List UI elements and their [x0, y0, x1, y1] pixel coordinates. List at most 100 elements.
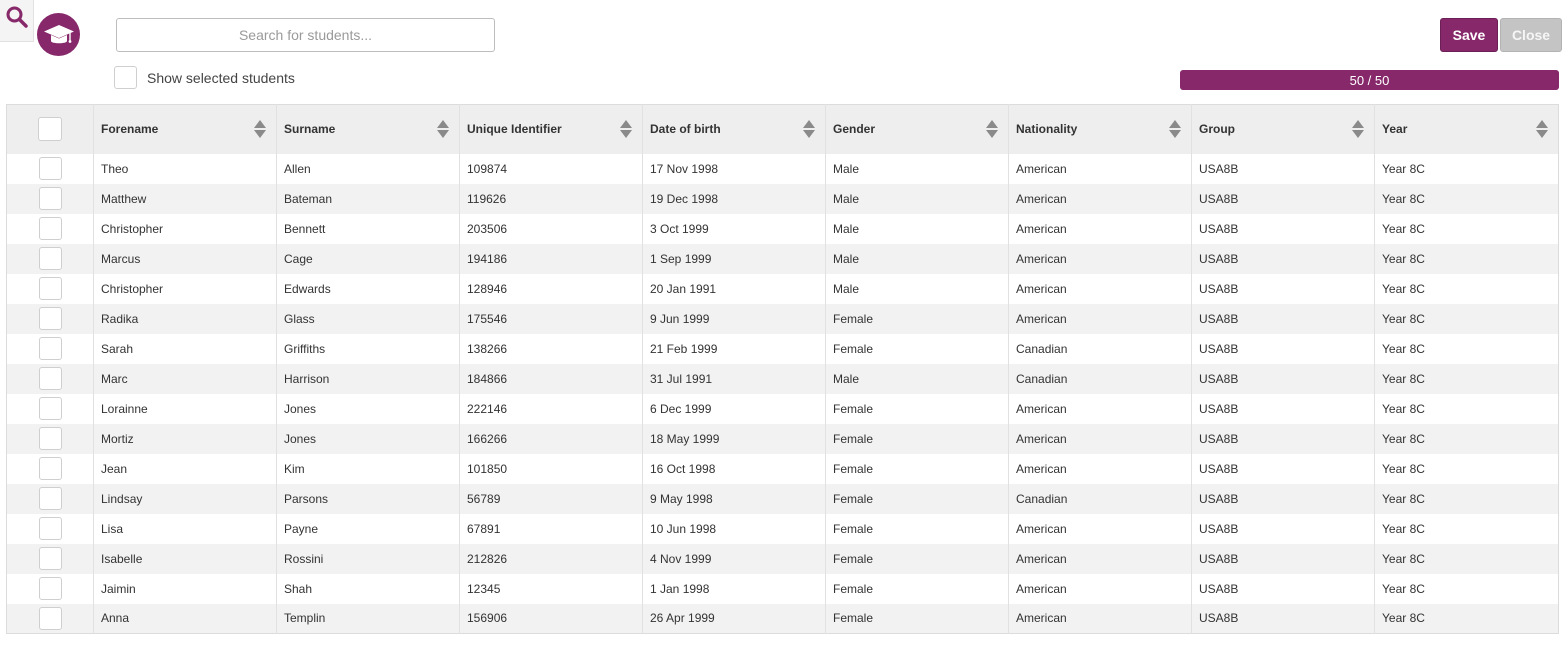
table-row[interactable]: Lisa Payne 67891 10 Jun 1998 Female American U…: [6, 513, 1559, 544]
column-header-label: Surname: [284, 122, 336, 137]
column-header[interactable]: Forename: [93, 104, 277, 154]
row-select-cell: [6, 573, 94, 604]
table-row[interactable]: Marc Harrison 184866 31 Jul 1991 Male Canadia…: [6, 363, 1559, 394]
column-header[interactable]: Gender: [825, 104, 1009, 154]
table-cell: USA8B: [1191, 273, 1375, 304]
table-cell: Year 8C: [1382, 161, 1425, 176]
sort-icon[interactable]: [1169, 120, 1181, 139]
row-checkbox[interactable]: [38, 187, 62, 210]
table-cell: Matthew: [93, 183, 277, 214]
table-cell: Lorainne: [93, 393, 277, 424]
table-row[interactable]: Matthew Bateman 119626 19 Dec 1998 Male Ameri…: [6, 183, 1559, 214]
show-selected-toggle[interactable]: Show selected students: [114, 66, 295, 89]
table-cell: American: [1008, 423, 1192, 454]
save-button[interactable]: Save: [1440, 18, 1498, 52]
column-header[interactable]: Nationality: [1008, 104, 1192, 154]
table-cell: 21 Feb 1999: [642, 333, 826, 364]
sort-icon[interactable]: [254, 120, 266, 139]
select-all-checkbox[interactable]: [38, 117, 62, 142]
table-cell: Female: [825, 573, 1009, 604]
table-cell: Jaimin: [93, 573, 277, 604]
table-cell: USA8B: [1191, 243, 1375, 274]
table-cell: USA8B: [1191, 573, 1375, 604]
table-cell: 1 Sep 1999: [642, 243, 826, 274]
close-button[interactable]: Close: [1500, 18, 1562, 52]
table-cell: Radika: [93, 303, 277, 334]
column-header[interactable]: Group: [1191, 104, 1375, 154]
sort-icon[interactable]: [803, 120, 815, 139]
row-checkbox[interactable]: [38, 517, 62, 540]
table-cell: Sarah: [93, 333, 277, 364]
table-row[interactable]: Theo Allen 109874 17 Nov 1998 Male American US…: [6, 153, 1559, 184]
table-row[interactable]: Christopher Bennett 203506 3 Oct 1999 Male Am…: [6, 213, 1559, 244]
table-cell: 1 Jan 1998: [642, 573, 826, 604]
table-cell: Male: [825, 153, 1009, 184]
table-row[interactable]: Jaimin Shah 12345 1 Jan 1998 Female American U…: [6, 573, 1559, 604]
table-cell: American: [1008, 303, 1192, 334]
row-checkbox[interactable]: [38, 277, 62, 300]
search-icon: [6, 6, 28, 28]
table-cell: Male: [825, 243, 1009, 274]
row-checkbox[interactable]: [38, 427, 62, 450]
table-row[interactable]: Lindsay Parsons 56789 9 May 1998 Female Canad…: [6, 483, 1559, 514]
table-row[interactable]: Sarah Griffiths 138266 21 Feb 1999 Female Can…: [6, 333, 1559, 364]
table-cell: Male: [825, 213, 1009, 244]
sort-icon[interactable]: [986, 120, 998, 139]
row-checkbox[interactable]: [38, 217, 62, 240]
show-selected-checkbox[interactable]: [114, 66, 137, 89]
column-header[interactable]: Unique Identifier: [459, 104, 643, 154]
column-header[interactable]: Surname: [276, 104, 460, 154]
row-checkbox[interactable]: [38, 247, 62, 270]
table-cell: Female: [825, 603, 1009, 634]
table-cell: 18 May 1999: [642, 423, 826, 454]
table-row[interactable]: Christopher Edwards 128946 20 Jan 1991 Male A…: [6, 273, 1559, 304]
row-select-cell: [6, 303, 94, 334]
search-input[interactable]: [116, 18, 495, 52]
row-checkbox[interactable]: [38, 547, 62, 570]
table-cell: Female: [825, 513, 1009, 544]
table-cell: 9 Jun 1999: [642, 303, 826, 334]
table-cell: USA8B: [1191, 363, 1375, 394]
column-header-label: Nationality: [1016, 122, 1078, 137]
row-select-cell: [6, 183, 94, 214]
column-header[interactable]: Year: [1375, 105, 1559, 154]
row-checkbox[interactable]: [38, 157, 62, 180]
search-toggle-button[interactable]: [0, 0, 34, 42]
table-cell: 17 Nov 1998: [642, 153, 826, 184]
table-row[interactable]: Jean Kim 101850 16 Oct 1998 Female American US…: [6, 453, 1559, 484]
sort-icon[interactable]: [620, 120, 632, 139]
table-cell: American: [1008, 513, 1192, 544]
table-row[interactable]: Isabelle Rossini 212826 4 Nov 1999 Female Ame…: [6, 543, 1559, 574]
table-cell: Lindsay: [93, 483, 277, 514]
sort-icon[interactable]: [437, 120, 449, 139]
table-cell: American: [1008, 243, 1192, 274]
row-checkbox[interactable]: [38, 307, 62, 330]
table-row[interactable]: Marcus Cage 194186 1 Sep 1999 Male American US…: [6, 243, 1559, 274]
row-checkbox[interactable]: [38, 337, 62, 360]
column-header[interactable]: Date of birth: [642, 104, 826, 154]
row-checkbox[interactable]: [38, 487, 62, 510]
row-checkbox[interactable]: [38, 457, 62, 480]
table-row[interactable]: Radika Glass 175546 9 Jun 1999 Female America…: [6, 303, 1559, 334]
sort-icon[interactable]: [1352, 120, 1364, 139]
table-cell: Canadian: [1008, 333, 1192, 364]
table-row[interactable]: Mortiz Jones 166266 18 May 1999 Female Americ…: [6, 423, 1559, 454]
table-cell: 20 Jan 1991: [642, 273, 826, 304]
table-row[interactable]: Anna Templin 156906 26 Apr 1999 Female Americ…: [6, 603, 1559, 634]
row-checkbox[interactable]: [38, 367, 62, 390]
row-checkbox[interactable]: [38, 577, 62, 600]
table-row[interactable]: Lorainne Jones 222146 6 Dec 1999 Female Ameri…: [6, 393, 1559, 424]
table-cell: Bateman: [276, 183, 460, 214]
table-cell: Templin: [276, 603, 460, 634]
table-cell: USA8B: [1191, 393, 1375, 424]
table-cell: American: [1008, 573, 1192, 604]
table-cell: Griffiths: [276, 333, 460, 364]
table-header-row: Forename Surname Unique Identifier Date of …: [6, 104, 1559, 154]
sort-icon[interactable]: [1536, 120, 1548, 139]
table-cell: Canadian: [1008, 363, 1192, 394]
table-cell: Marc: [93, 363, 277, 394]
app-logo: [37, 13, 80, 56]
row-checkbox[interactable]: [38, 606, 62, 630]
table-cell: Jean: [93, 453, 277, 484]
row-checkbox[interactable]: [38, 397, 62, 420]
